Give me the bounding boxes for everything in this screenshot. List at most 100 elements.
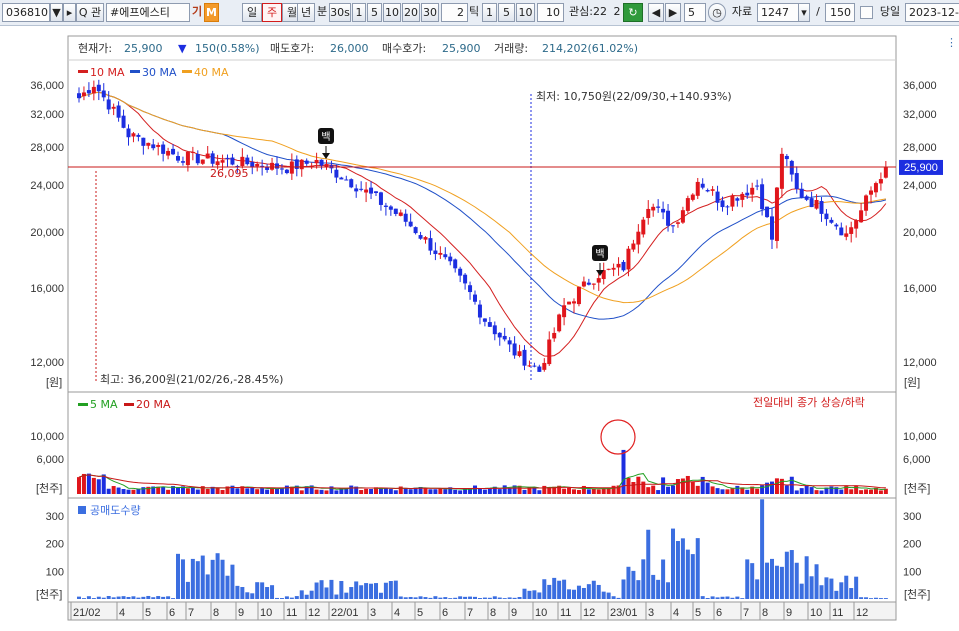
volume-bar [77, 477, 81, 494]
tick-5-button[interactable]: 5 [498, 3, 515, 22]
candle-body [299, 159, 304, 170]
volume-bar [81, 473, 86, 494]
short-bar [829, 578, 834, 599]
chart-svg[interactable]: 현재가: 25,900 ▼ 150(0.58%) 매도호가: 26,000 매수… [0, 26, 959, 631]
volume-bar [468, 489, 473, 494]
period-year-button[interactable]: 년 [297, 3, 315, 22]
short-bar [131, 596, 136, 599]
m-button[interactable]: M [204, 3, 219, 22]
y-tick-right: 28,000 [903, 142, 937, 154]
volume-bar [671, 485, 675, 494]
x-axis-label: 11 [832, 607, 843, 619]
short-bar [497, 597, 502, 599]
volume-y-tick-right: 6,000 [903, 454, 931, 466]
minute-5-button[interactable]: 5 [367, 3, 382, 22]
volume-bar [864, 489, 869, 494]
data-total-input[interactable]: 150 [825, 3, 855, 22]
volume-bar [299, 490, 304, 494]
minute-1-button[interactable]: 1 [352, 3, 366, 22]
minute-10-button[interactable]: 10 [383, 3, 401, 22]
code-dropdown-button[interactable]: ▼ [50, 3, 63, 22]
gi-button[interactable]: 기 [190, 3, 204, 22]
x-axis-label: 5 [695, 607, 701, 619]
short-bar [255, 582, 260, 599]
candle-body [735, 198, 740, 201]
candle-body [91, 86, 96, 94]
short-bar [804, 556, 809, 599]
period-day-button[interactable]: 일 [242, 3, 262, 22]
next-arrow-icon[interactable]: ▶ [665, 3, 681, 22]
interval-30s-button[interactable]: 30s [329, 3, 351, 22]
candle-body [591, 283, 596, 285]
short-bar [185, 581, 190, 599]
x-axis-label: 7 [467, 607, 473, 619]
candle-body [685, 198, 690, 211]
volume-bar [482, 489, 487, 494]
minute-20-button[interactable]: 20 [402, 3, 420, 22]
short-bar [710, 596, 715, 599]
candle-body [700, 183, 705, 188]
clock-icon[interactable]: ◷ [708, 3, 726, 22]
legend-ma10-label: 10 MA [90, 66, 125, 79]
candle-body [755, 185, 760, 187]
short-bar [468, 596, 473, 599]
short-bar [641, 559, 646, 599]
x-axis-label: 4 [119, 607, 125, 619]
interest-value: 2 [613, 5, 621, 18]
legend-vol-ma5-label: 5 MA [90, 398, 118, 411]
day-checkbox[interactable] [860, 6, 873, 19]
candle-body [428, 238, 433, 251]
candle-body [547, 339, 552, 365]
volume-bar [774, 478, 779, 494]
y-tick-left: 28,000 [30, 142, 64, 154]
minute-30-button[interactable]: 30 [421, 3, 439, 22]
short-bar [195, 561, 200, 599]
search-button[interactable]: Q 관 [76, 3, 104, 22]
short-bar [408, 596, 413, 599]
short-bar [428, 597, 433, 599]
data-count-spinner[interactable]: ▾ [798, 3, 810, 22]
candle-body [487, 322, 492, 327]
tick-count-input[interactable]: 10 [537, 3, 564, 22]
chart-border [67, 35, 897, 621]
menu-icon[interactable]: ⋮⋮ [946, 36, 959, 49]
tick-input[interactable]: 2 [441, 3, 468, 22]
short-bar [448, 598, 453, 599]
prev-stock-button[interactable]: ▸ [63, 3, 76, 22]
legend-vol-ma5-swatch [78, 403, 88, 406]
candle-body [126, 128, 131, 138]
data-count-input[interactable]: 1247 [757, 3, 799, 22]
short-y-tick-left: 100 [46, 566, 64, 578]
candle-body [646, 208, 651, 219]
refresh-icon[interactable]: ↻ [623, 3, 643, 22]
prev-arrow-icon[interactable]: ◀ [648, 3, 664, 22]
price-unit-right: [원] [904, 376, 920, 389]
volume-bar [215, 487, 220, 494]
period-week-button[interactable]: 주 [262, 3, 282, 22]
tick-10-button[interactable]: 10 [516, 3, 535, 22]
stock-name-field[interactable]: #에프에스티 [106, 3, 190, 22]
candle-body [576, 286, 581, 305]
short-bar [537, 592, 542, 599]
stock-code-input[interactable]: 036810 [2, 3, 50, 22]
candle-body [270, 162, 275, 170]
candle-body [809, 198, 814, 208]
candle-body [552, 332, 557, 339]
date-input[interactable]: 2023-12- [905, 3, 959, 22]
short-bar [126, 596, 131, 599]
step-input[interactable]: 5 [684, 3, 706, 22]
down-arrow-icon: ▼ [178, 42, 187, 55]
volume-bar [586, 489, 591, 494]
volume-bar [319, 489, 324, 494]
tick-1-button[interactable]: 1 [482, 3, 497, 22]
short-bar [101, 597, 106, 599]
short-bar [383, 582, 388, 599]
candle-body [185, 151, 190, 166]
chart-area[interactable]: 현재가: 25,900 ▼ 150(0.58%) 매도호가: 26,000 매수… [0, 26, 959, 631]
candle-body [339, 177, 344, 180]
short-bar [339, 580, 344, 599]
short-bar [844, 575, 849, 599]
short-bar [666, 582, 671, 599]
y-tick-left: 20,000 [30, 227, 64, 239]
candle-body [230, 157, 235, 165]
